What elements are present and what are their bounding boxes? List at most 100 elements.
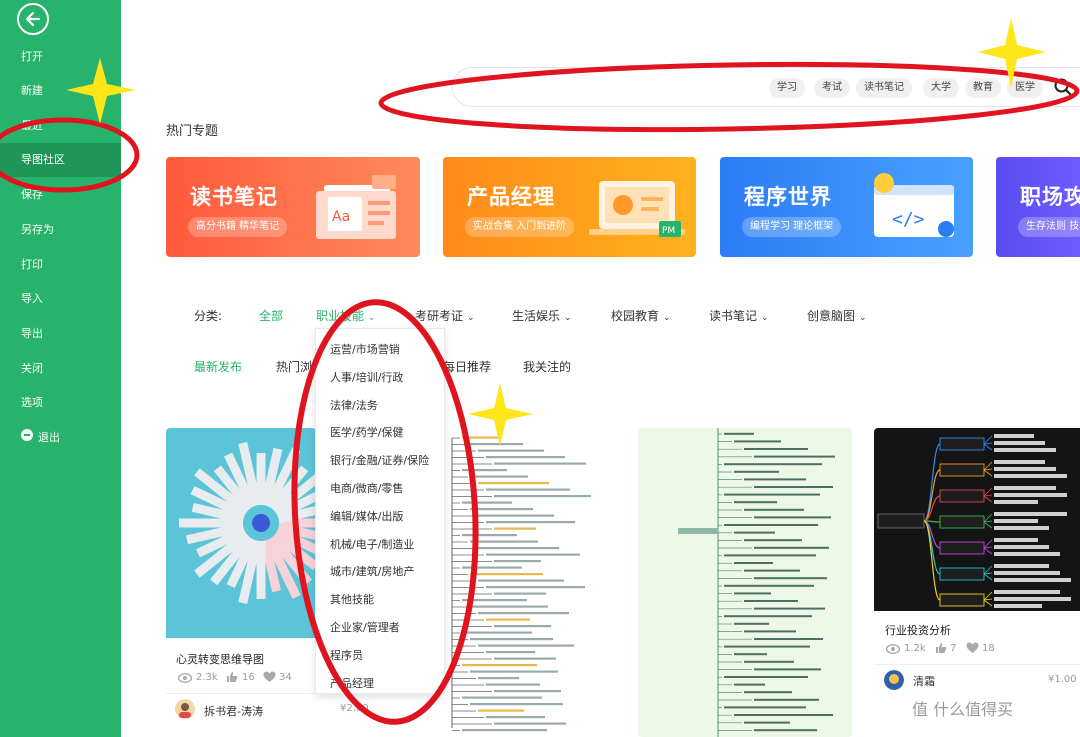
thumbnail-node	[470, 638, 553, 641]
filter-reading-notes[interactable]: 读书笔记 ⌄	[709, 307, 769, 324]
dropdown-item[interactable]: 程序员	[330, 647, 363, 663]
filter-campus-education[interactable]: 校园教育 ⌄	[611, 307, 671, 324]
thumbnail-node	[994, 578, 1071, 582]
mindmap-card[interactable]	[638, 428, 852, 737]
dropdown-item[interactable]: 企业家/管理者	[330, 619, 400, 635]
thumbnail-node	[939, 515, 985, 529]
thumbnail-node	[478, 482, 549, 485]
like-count: 16	[242, 672, 255, 683]
sidebar-item-close[interactable]: 关闭	[0, 352, 121, 386]
thumbnail-node	[734, 531, 775, 534]
sidebar-item-export[interactable]: 导出	[0, 317, 121, 351]
career-skills-dropdown: 运营/市场营销 人事/培训/行政 法律/法务 医学/药学/保健 银行/金融/证券…	[315, 328, 445, 694]
filter-all[interactable]: 全部	[259, 307, 283, 324]
author-name[interactable]: 拆书君-涛涛	[204, 703, 263, 719]
sidebar-item-label: 退出	[38, 431, 60, 444]
price-tag: ¥1.00	[1048, 674, 1077, 685]
sidebar-item-save-as[interactable]: 另存为	[0, 213, 121, 247]
thumbnail-node	[994, 493, 1067, 497]
sidebar-item-options[interactable]: 选项	[0, 386, 121, 420]
tab-following[interactable]: 我关注的	[523, 358, 571, 375]
search-tag[interactable]: 考试	[814, 78, 850, 98]
search-icon[interactable]	[1053, 77, 1073, 97]
thumbnail-node	[994, 448, 1056, 452]
search-tag[interactable]: 教育	[965, 78, 1001, 98]
card-title: 心灵转变思维导图	[176, 653, 264, 666]
sidebar-item-import[interactable]: 导入	[0, 282, 121, 316]
filter-career-skills[interactable]: 职业技能 ⌄	[316, 307, 376, 324]
search-tag[interactable]: 读书笔记	[856, 78, 912, 98]
banner-art-text: </>	[892, 209, 925, 230]
dropdown-item[interactable]: 编辑/媒体/出版	[330, 508, 403, 524]
sidebar-item-exit[interactable]: 退出	[0, 421, 121, 455]
tab-latest[interactable]: 最新发布	[194, 358, 242, 375]
thumbnail-node	[724, 432, 754, 435]
dropdown-item[interactable]: 人事/培训/行政	[330, 369, 403, 385]
dropdown-item[interactable]: 其他技能	[330, 591, 374, 607]
thumbnail-node	[486, 456, 565, 459]
thumbnail-node	[478, 612, 569, 615]
thumbnail-node	[470, 540, 538, 543]
filter-label-text: 考研考证	[415, 309, 464, 323]
thumbnail-node	[994, 604, 1042, 608]
thumbnail-node	[486, 618, 530, 621]
thumbnail-node	[994, 590, 1060, 594]
banner-subtitle: 编程学习 理论框架	[742, 217, 842, 237]
sidebar-item-community[interactable]: 导图社区	[0, 143, 121, 177]
banner-reading-notes[interactable]: 读书笔记 高分书籍 精华笔记 Aa	[166, 157, 420, 257]
thumbnail-node	[994, 500, 1038, 504]
dropdown-item[interactable]: 产品经理	[330, 675, 374, 691]
dropdown-item[interactable]: 运营/市场营销	[330, 341, 400, 357]
dropdown-item[interactable]: 银行/金融/证券/保险	[330, 452, 429, 468]
search-tag[interactable]: 学习	[769, 78, 805, 98]
fav-count: 34	[279, 672, 292, 683]
dropdown-item[interactable]: 电商/微商/零售	[330, 480, 403, 496]
thumbnail-node	[462, 566, 522, 569]
chevron-down-icon: ⌄	[663, 313, 671, 323]
sidebar-item-print[interactable]: 打印	[0, 248, 121, 282]
sidebar-item-label: 最近	[21, 119, 43, 132]
author-name[interactable]: 清霜	[913, 673, 935, 689]
search-bar[interactable]: 学习 考试 读书笔记 大学 教育 医学	[452, 67, 1080, 107]
dropdown-item[interactable]: 法律/法务	[330, 397, 378, 413]
banner-programming[interactable]: 程序世界 编程学习 理论框架 </>	[720, 157, 973, 257]
search-tag[interactable]: 大学	[923, 78, 959, 98]
thumbnail-node	[462, 729, 547, 732]
back-button[interactable]	[17, 3, 49, 35]
sidebar-item-label: 保存	[21, 188, 43, 201]
filter-exam-cert[interactable]: 考研考证 ⌄	[415, 307, 475, 324]
search-tag[interactable]: 医学	[1007, 78, 1043, 98]
filter-life-entertainment[interactable]: 生活娱乐 ⌄	[512, 307, 572, 324]
banner-product-manager[interactable]: 产品经理 实战合集 入门到进阶 PM	[443, 157, 696, 257]
heart-icon	[263, 671, 276, 682]
thumbnail-node	[994, 474, 1067, 478]
dropdown-item[interactable]: 城市/建筑/房地产	[330, 563, 414, 579]
sidebar-item-open[interactable]: 打开	[0, 40, 121, 74]
heart-icon	[966, 642, 979, 653]
dropdown-item[interactable]: 机械/电子/制造业	[330, 536, 414, 552]
thumbnail-node	[744, 660, 794, 663]
sidebar-item-new[interactable]: 新建	[0, 74, 121, 108]
filter-creative-mindmap[interactable]: 创意脑图 ⌄	[807, 307, 867, 324]
thumbnail-node	[724, 554, 816, 557]
thumbnail-node	[734, 501, 777, 504]
thumbnail-node	[939, 437, 985, 451]
thumbnail-node	[754, 729, 817, 732]
tab-daily-pick[interactable]: 每日推荐	[443, 358, 491, 375]
mindmap-card[interactable]: 行业投资分析 1.2k 7 18 清霜 ¥1.00	[874, 428, 1080, 728]
banner-workplace[interactable]: 职场攻 生存法则 技	[996, 157, 1080, 257]
thumbnail-node	[462, 631, 532, 634]
dropdown-item[interactable]: 医学/药学/保健	[330, 424, 403, 440]
mindmap-card[interactable]: 心灵转变思维导图 2.3k 16 34 拆书君-涛涛	[166, 428, 316, 728]
thumbnail-node	[939, 593, 985, 607]
sidebar-item-save[interactable]: 保存	[0, 178, 121, 212]
thumbnail-node	[754, 455, 835, 458]
chevron-down-icon: ⌄	[467, 313, 475, 323]
sidebar-item-recent[interactable]: 最近	[0, 109, 121, 143]
thumbnail-node	[994, 434, 1034, 438]
thumbnail-node	[494, 722, 566, 725]
thumbnail-node	[734, 622, 769, 625]
thumbnail-node	[994, 597, 1071, 601]
chevron-down-icon: ⌄	[564, 313, 572, 323]
like-count: 7	[950, 643, 957, 654]
